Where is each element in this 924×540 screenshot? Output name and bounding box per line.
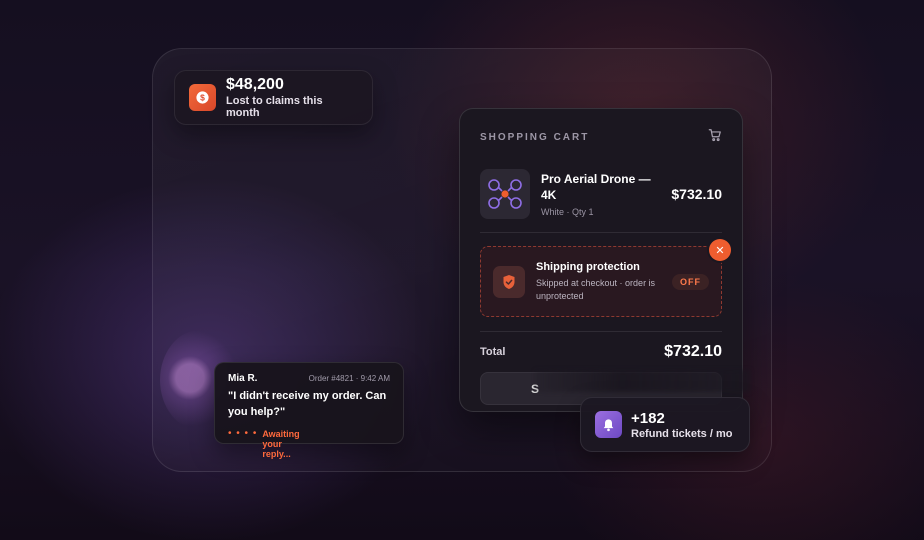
customer-message-card[interactable]: Mia R. Order #4821 · 9:42 AM "I didn't r… (214, 362, 404, 459)
loss-amount: $48,200 (226, 76, 284, 93)
refund-stat-card: +182 Refund tickets / mo (580, 397, 750, 452)
checkout-overlay-blur (535, 370, 750, 392)
cart-icon[interactable] (708, 128, 722, 147)
cart-title: SHOPPING CART (480, 131, 590, 143)
customer-message: "I didn't receive my order. Can you help… (228, 390, 387, 418)
protection-description: Skipped at checkout · order is unprotect… (536, 277, 656, 301)
product-meta: White · Qty 1 (541, 207, 594, 217)
close-icon[interactable]: ✕ (709, 239, 731, 261)
cart-line-item[interactable]: Pro Aerial Drone — 4K White · Qty 1 $732… (480, 165, 722, 223)
shipping-protection-row[interactable]: Shipping protection Skipped at checkout … (480, 239, 731, 317)
order-meta: Order #4821 · 9:42 AM (308, 374, 390, 383)
refund-count: +182 (631, 409, 665, 427)
divider (480, 232, 722, 233)
typing-dots-icon: • • • • (228, 428, 258, 439)
awaiting-reply-text: Awaiting your reply... (262, 429, 300, 459)
shield-icon (493, 265, 525, 298)
divider (480, 331, 722, 332)
total-value: $732.10 (664, 343, 722, 360)
total-row: Total $732.10 (480, 342, 722, 362)
bell-icon (595, 411, 622, 438)
protection-toggle[interactable]: OFF (672, 273, 709, 290)
refund-label: Refund tickets / mo (631, 427, 733, 440)
drone-icon (480, 169, 530, 219)
loss-stat-card: $ $48,200 Lost to claims this month (174, 70, 373, 125)
protection-title: Shipping protection (536, 260, 640, 273)
total-label: Total (480, 346, 506, 358)
reply-status: • • • • Awaiting your reply... (228, 428, 302, 460)
loss-label: Lost to claims this month (226, 95, 323, 119)
svg-text:$: $ (200, 93, 205, 103)
dollar-coin-icon: $ (189, 84, 216, 111)
customer-name: Mia R. (228, 373, 258, 384)
product-price: $732.10 (671, 186, 722, 202)
product-name: Pro Aerial Drone — 4K (541, 172, 651, 202)
shopping-cart-panel: SHOPPING CART Pro Aerial Drone — 4K Whit… (459, 108, 743, 412)
